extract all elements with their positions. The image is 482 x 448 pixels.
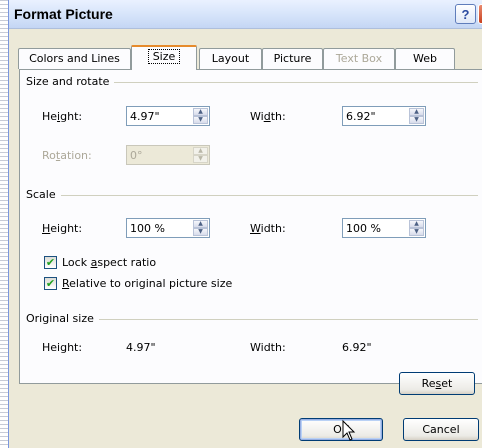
original-height-value: 4.97": [126, 341, 156, 354]
spin-down-icon[interactable]: ▼: [193, 116, 208, 124]
scale-height-spinner[interactable]: 100 % ▲ ▼: [126, 218, 210, 238]
background-document-edge: [0, 0, 8, 448]
size-tab-panel: Size and rotate Height: 4.97" ▲ ▼ Width:…: [19, 69, 482, 395]
ok-button[interactable]: OK: [299, 418, 383, 441]
lock-aspect-ratio-checkbox[interactable]: ✔: [44, 256, 57, 269]
original-width-value: 6.92": [342, 341, 372, 354]
close-button[interactable]: ✕: [478, 4, 482, 24]
scale-divider: [26, 195, 478, 196]
tab-label: Web: [413, 52, 437, 65]
scale-height-value: 100 %: [130, 222, 165, 235]
help-icon: ?: [461, 7, 470, 22]
rotation-label: Rotation:: [42, 149, 92, 162]
spin-up-icon[interactable]: ▲: [193, 108, 208, 116]
format-picture-dialog: Format Picture ? ✕ Colors and Lines Size…: [8, 0, 482, 448]
size-height-spinner[interactable]: 4.97" ▲ ▼: [126, 106, 210, 126]
lock-aspect-ratio-label[interactable]: Lock aspect ratio: [62, 256, 156, 269]
spin-down-icon[interactable]: ▼: [193, 228, 208, 236]
spin-down-icon[interactable]: ▼: [409, 228, 424, 236]
scale-height-label: Height:: [42, 222, 83, 235]
spin-up-icon[interactable]: ▲: [409, 220, 424, 228]
help-button[interactable]: ?: [455, 4, 476, 24]
relative-to-original-checkbox[interactable]: ✔: [44, 277, 57, 290]
size-rotate-header: Size and rotate: [26, 75, 115, 88]
tab-colors-and-lines[interactable]: Colors and Lines: [18, 48, 131, 69]
spin-up-icon[interactable]: ▲: [409, 108, 424, 116]
tab-web[interactable]: Web: [395, 48, 455, 69]
tab-label: Picture: [273, 52, 312, 65]
tab-label: Size: [147, 49, 181, 64]
scale-width-value: 100 %: [346, 222, 381, 235]
rotation-value: 0°: [130, 149, 143, 162]
original-size-header: Original size: [26, 312, 99, 325]
dialog-title: Format Picture: [14, 6, 113, 22]
scale-width-spinner[interactable]: 100 % ▲ ▼: [342, 218, 426, 238]
cancel-button[interactable]: Cancel: [403, 418, 479, 441]
size-width-spinner[interactable]: 6.92" ▲ ▼: [342, 106, 426, 126]
scale-width-label: Width:: [250, 222, 286, 235]
original-width-label: Width:: [250, 341, 286, 354]
spin-up-icon: ▲: [193, 147, 208, 155]
tab-label: Colors and Lines: [29, 52, 120, 65]
tab-layout[interactable]: Layout: [199, 48, 262, 69]
tab-picture[interactable]: Picture: [262, 48, 323, 69]
checkmark-icon: ✔: [45, 277, 56, 290]
spin-down-icon: ▼: [193, 155, 208, 163]
size-width-label: Width:: [250, 110, 286, 123]
relative-to-original-label[interactable]: Relative to original picture size: [62, 277, 232, 290]
mouse-cursor-icon: [342, 419, 356, 441]
size-height-value: 4.97": [130, 110, 160, 123]
tab-label: Text Box: [335, 52, 383, 65]
spin-up-icon[interactable]: ▲: [193, 220, 208, 228]
size-width-value: 6.92": [346, 110, 376, 123]
tab-label: Layout: [211, 52, 250, 65]
scale-header: Scale: [26, 188, 61, 201]
tab-size[interactable]: Size: [131, 45, 197, 70]
reset-button[interactable]: Reset: [399, 372, 475, 395]
spin-down-icon[interactable]: ▼: [409, 116, 424, 124]
size-height-label: Height:: [42, 110, 83, 123]
checkmark-icon: ✔: [45, 256, 56, 269]
original-height-label: Height:: [42, 341, 83, 354]
rotation-spinner: 0° ▲ ▼: [126, 145, 210, 165]
tab-text-box: Text Box: [323, 48, 395, 69]
title-bar[interactable]: Format Picture ? ✕: [9, 0, 482, 29]
